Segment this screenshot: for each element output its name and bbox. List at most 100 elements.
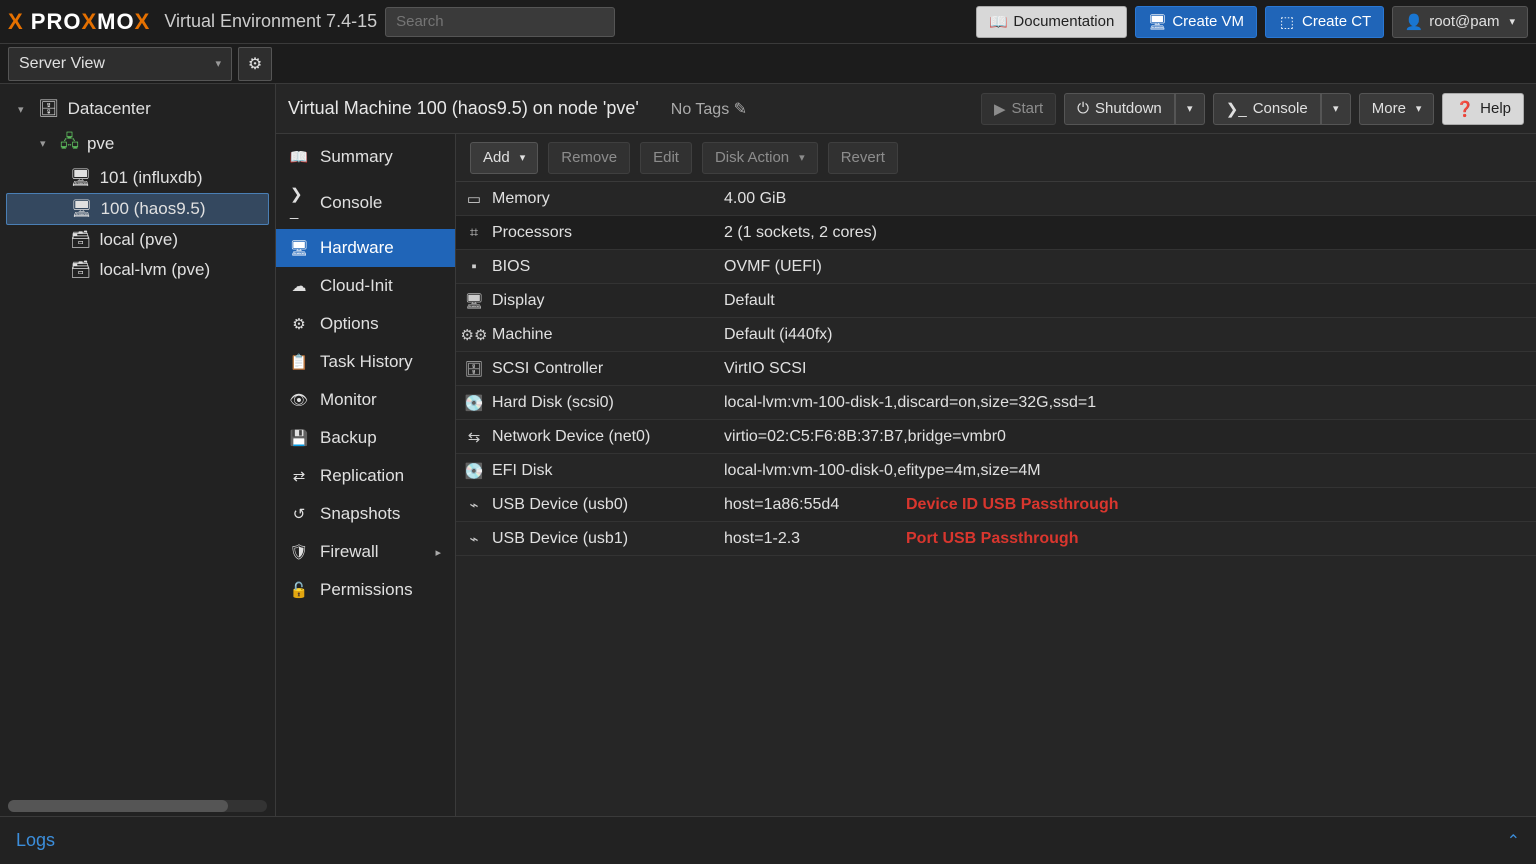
submenu-item-replication[interactable]: ⇄Replication xyxy=(276,457,455,495)
hw-value: 2 (1 sockets, 2 cores) xyxy=(724,224,1536,242)
help-button[interactable]: ❓ Help xyxy=(1442,93,1524,125)
hw-value: local-lvm:vm-100-disk-1,discard=on,size=… xyxy=(724,394,1536,412)
submenu-item-backup[interactable]: 💾Backup xyxy=(276,419,455,457)
logs-footer[interactable]: Logs ⌃ xyxy=(0,816,1536,864)
submenu-item-task-history[interactable]: 📋Task History xyxy=(276,343,455,381)
shutdown-dropdown[interactable]: ▾ xyxy=(1175,93,1205,125)
tree-label: pve xyxy=(87,134,114,154)
remove-button[interactable]: Remove xyxy=(548,142,630,174)
hw-key: SCSI Controller xyxy=(492,360,724,378)
list-icon: 📋 xyxy=(290,353,308,371)
usb-icon: ⌁ xyxy=(456,530,492,548)
hardware-row[interactable]: ▪BIOSOVMF (UEFI) xyxy=(456,250,1536,284)
submenu-label: Cloud-Init xyxy=(320,276,393,296)
hardware-row[interactable]: 💽EFI Disklocal-lvm:vm-100-disk-0,efitype… xyxy=(456,454,1536,488)
hardware-row[interactable]: ⇆Network Device (net0)virtio=02:C5:F6:8B… xyxy=(456,420,1536,454)
tree-hscrollbar[interactable] xyxy=(8,800,267,812)
tree-label: local (pve) xyxy=(100,230,178,250)
hw-value: VirtIO SCSI xyxy=(724,360,1536,378)
submenu-item-console[interactable]: ❯_Console xyxy=(276,176,455,229)
content-body: 📖Summary❯_Console🖥Hardware☁Cloud-Init⚙Op… xyxy=(276,134,1536,816)
book-icon: 📖 xyxy=(989,13,1007,31)
hw-value: OVMF (UEFI) xyxy=(724,258,1536,276)
remove-label: Remove xyxy=(561,149,617,166)
hw-value: host=1a86:55d4 xyxy=(724,496,906,514)
hw-value: Default (i440fx) xyxy=(724,326,1536,344)
hardware-row[interactable]: ⌗Processors2 (1 sockets, 2 cores) xyxy=(456,216,1536,250)
disk-action-button[interactable]: Disk Action ▾ xyxy=(702,142,818,174)
net-icon: ⇆ xyxy=(456,428,492,446)
submenu-item-permissions[interactable]: 🔓Permissions xyxy=(276,571,455,609)
help-label: Help xyxy=(1480,100,1511,117)
hardware-row[interactable]: ⌁USB Device (usb1)host=1-2.3Port USB Pas… xyxy=(456,522,1536,556)
tags-area[interactable]: No Tags ✎ xyxy=(671,99,747,119)
submenu-label: Backup xyxy=(320,428,377,448)
tree-node-pve[interactable]: ▾ 🖧 pve xyxy=(0,124,275,163)
submenu-label: Summary xyxy=(320,147,393,167)
shutdown-button[interactable]: ⏻ Shutdown xyxy=(1064,93,1175,125)
hardware-toolbar: Add ▾ Remove Edit Disk Action ▾ Revert xyxy=(456,134,1536,182)
submenu-label: Console xyxy=(320,193,382,213)
tree-storage-local[interactable]: 🗃 local (pve) xyxy=(0,225,275,255)
submenu-item-options[interactable]: ⚙Options xyxy=(276,305,455,343)
hw-value: virtio=02:C5:F6:8B:37:B7,bridge=vmbr0 xyxy=(724,428,1536,446)
page-title: Virtual Machine 100 (haos9.5) on node 'p… xyxy=(288,98,639,119)
start-button[interactable]: ▶ Start xyxy=(981,93,1056,125)
submenu-item-summary[interactable]: 📖Summary xyxy=(276,138,455,176)
console-label: Console xyxy=(1253,100,1308,117)
vm-submenu: 📖Summary❯_Console🖥Hardware☁Cloud-Init⚙Op… xyxy=(276,134,456,816)
tree-datacenter[interactable]: ▾ 🗄 Datacenter xyxy=(0,94,275,124)
submenu-item-firewall[interactable]: 🛡Firewall▸ xyxy=(276,533,455,571)
submenu-label: Hardware xyxy=(320,238,394,258)
user-menu[interactable]: 👤 root@pam ▾ xyxy=(1392,6,1528,38)
create-ct-button[interactable]: ⬚ Create CT xyxy=(1265,6,1384,38)
hardware-row[interactable]: 🖥DisplayDefault xyxy=(456,284,1536,318)
submenu-item-snapshots[interactable]: ↺Snapshots xyxy=(276,495,455,533)
db-icon: 🗄 xyxy=(456,360,492,378)
submenu-label: Firewall xyxy=(320,542,379,562)
play-icon: ▶ xyxy=(994,100,1006,118)
tree-storage-local-lvm[interactable]: 🗃 local-lvm (pve) xyxy=(0,255,275,285)
hardware-row[interactable]: ⚙⚙MachineDefault (i440fx) xyxy=(456,318,1536,352)
create-vm-button[interactable]: 🖥 Create VM xyxy=(1135,6,1257,38)
monitor-icon: 🖥 xyxy=(1148,13,1166,31)
edit-button[interactable]: Edit xyxy=(640,142,692,174)
shield-icon: 🛡 xyxy=(290,543,308,561)
revert-button[interactable]: Revert xyxy=(828,142,898,174)
shutdown-label: Shutdown xyxy=(1095,100,1162,117)
console-split: ❯_ Console ▾ xyxy=(1213,93,1351,125)
submenu-item-cloud-init[interactable]: ☁Cloud-Init xyxy=(276,267,455,305)
hardware-row[interactable]: ▭Memory4.00 GiB xyxy=(456,182,1536,216)
hardware-row[interactable]: 💽Hard Disk (scsi0)local-lvm:vm-100-disk-… xyxy=(456,386,1536,420)
expand-up-icon[interactable]: ⌃ xyxy=(1507,831,1520,851)
chevron-down-icon: ▾ xyxy=(215,57,221,70)
product-version: Virtual Environment 7.4-15 xyxy=(164,11,377,32)
hardware-row[interactable]: 🗄SCSI ControllerVirtIO SCSI xyxy=(456,352,1536,386)
view-selector[interactable]: Server View ▾ xyxy=(8,47,232,81)
search-input[interactable] xyxy=(385,7,615,37)
submenu-item-hardware[interactable]: 🖥Hardware xyxy=(276,229,455,267)
documentation-button[interactable]: 📖 Documentation xyxy=(976,6,1127,38)
user-label: root@pam xyxy=(1429,13,1499,30)
tree-vm-101[interactable]: 🖥 101 (influxdb) xyxy=(0,163,275,193)
settings-button[interactable]: ⚙ xyxy=(238,47,272,81)
submenu-item-monitor[interactable]: 👁Monitor xyxy=(276,381,455,419)
console-dropdown[interactable]: ▾ xyxy=(1321,93,1351,125)
chevron-down-icon: ▾ xyxy=(1509,15,1515,28)
hardware-row[interactable]: ⌁USB Device (usb0)host=1a86:55d4Device I… xyxy=(456,488,1536,522)
pencil-icon: ✎ xyxy=(734,101,747,118)
tree-label: 100 (haos9.5) xyxy=(101,199,206,219)
hw-note: Port USB Passthrough xyxy=(906,530,1118,548)
tree-vm-100[interactable]: 🖥 100 (haos9.5) xyxy=(6,193,269,225)
console-button[interactable]: ❯_ Console xyxy=(1213,93,1321,125)
user-icon: 👤 xyxy=(1405,13,1423,31)
eye-icon: 👁 xyxy=(290,391,308,409)
more-button[interactable]: More ▾ xyxy=(1359,93,1435,125)
cogs-icon: ⚙⚙ xyxy=(456,326,492,344)
hw-key: USB Device (usb1) xyxy=(492,530,724,548)
submenu-label: Replication xyxy=(320,466,404,486)
add-button[interactable]: Add ▾ xyxy=(470,142,538,174)
node-icon: 🖧 xyxy=(60,129,79,158)
usb-icon: ⌁ xyxy=(456,496,492,514)
history-icon: ↺ xyxy=(290,505,308,523)
